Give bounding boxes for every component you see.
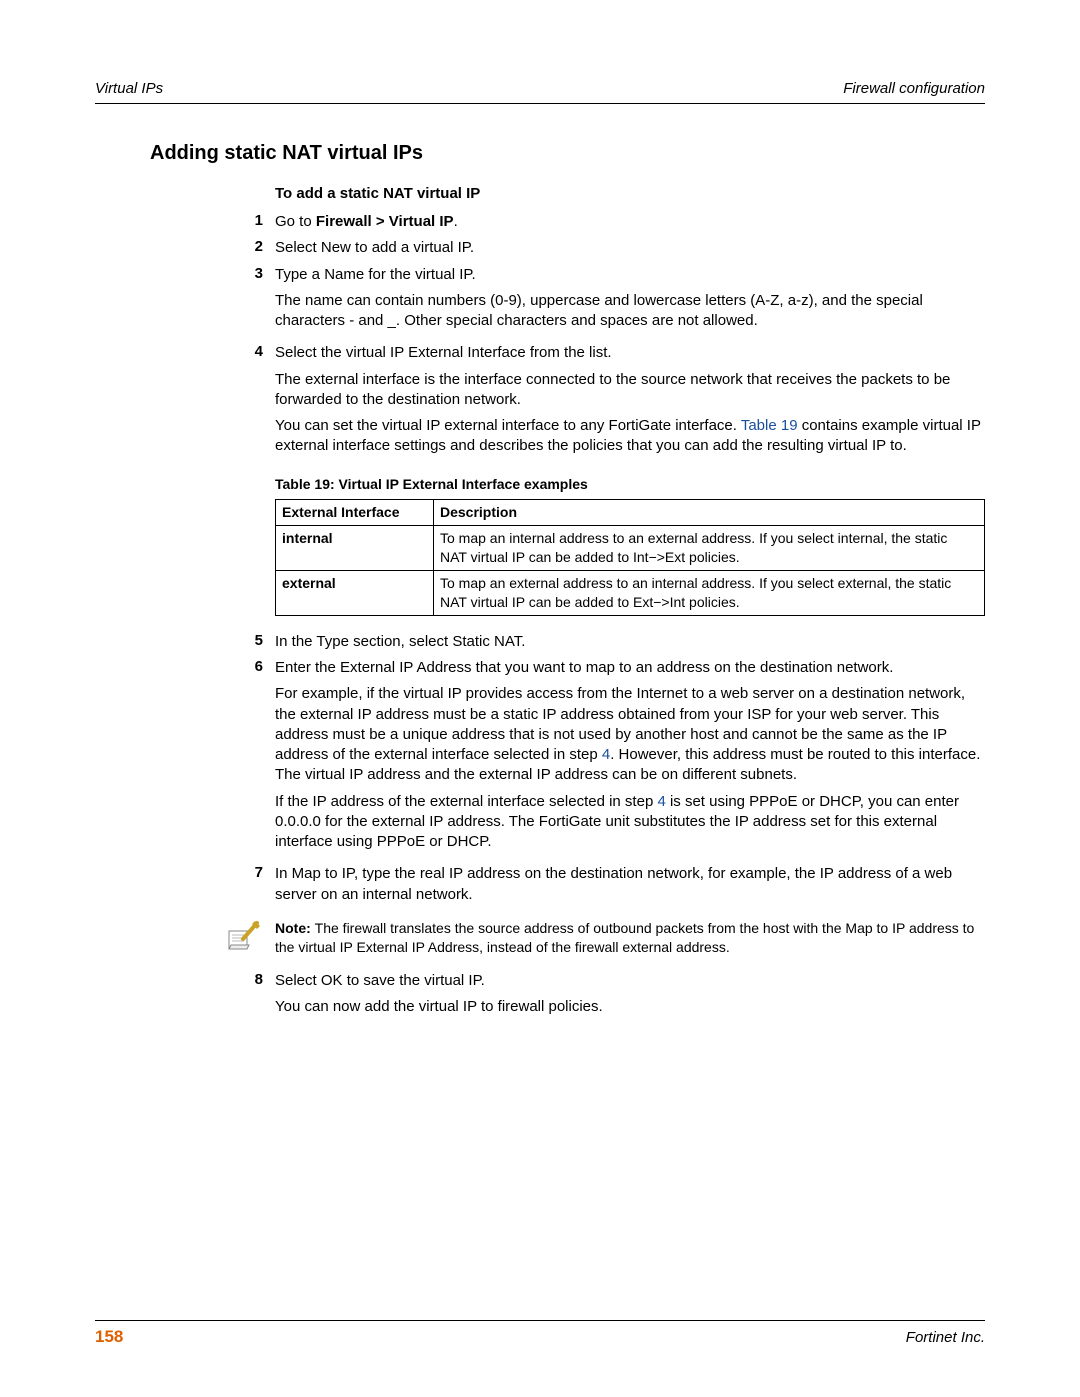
note-body: The firewall translates the source addre… xyxy=(275,920,974,955)
step-body: Select the virtual IP External Interface… xyxy=(275,343,985,626)
step-number: 7 xyxy=(95,864,275,905)
step-body: Enter the External IP Address that you w… xyxy=(275,658,985,858)
step-number: 1 xyxy=(95,212,275,232)
step-text: You can now add the virtual IP to firewa… xyxy=(275,997,985,1017)
cross-reference-link[interactable]: 4 xyxy=(602,746,610,763)
step-text: Select the virtual IP External Interface… xyxy=(275,343,985,363)
document-page: Virtual IPs Firewall configuration Addin… xyxy=(0,0,1080,1397)
step-5: 5 In the Type section, select Static NAT… xyxy=(95,632,985,652)
step-8: 8 Select OK to save the virtual IP. You … xyxy=(95,971,985,1024)
footer-company: Fortinet Inc. xyxy=(906,1329,985,1346)
step-body: Select OK to save the virtual IP. You ca… xyxy=(275,971,985,1024)
header-rule xyxy=(95,103,985,104)
header-left: Virtual IPs xyxy=(95,80,163,97)
step-7: 7 In Map to IP, type the real IP address… xyxy=(95,864,985,905)
step-number: 4 xyxy=(95,343,275,626)
step-body: Type a Name for the virtual IP. The name… xyxy=(275,265,985,338)
cross-reference-link[interactable]: Table 19 xyxy=(741,417,798,434)
table-row: internal To map an internal address to a… xyxy=(276,526,985,571)
steps-list: 1 Go to Firewall > Virtual IP. 2 Select … xyxy=(95,212,985,1023)
note-block: Note: The firewall translates the source… xyxy=(95,919,985,957)
table-cell: external xyxy=(276,571,434,616)
step-number: 6 xyxy=(95,658,275,858)
page-footer: 158 Fortinet Inc. xyxy=(95,1320,985,1347)
step-number: 8 xyxy=(95,971,275,1024)
step-text: . xyxy=(454,213,458,230)
step-text: You can set the virtual IP external inte… xyxy=(275,416,985,457)
step-text: For example, if the virtual IP provides … xyxy=(275,684,985,785)
step-6: 6 Enter the External IP Address that you… xyxy=(95,658,985,858)
note-icon-container xyxy=(95,919,275,957)
page-header: Virtual IPs Firewall configuration xyxy=(95,80,985,97)
table-header: Description xyxy=(434,500,985,526)
footer-rule xyxy=(95,1320,985,1321)
step-number: 2 xyxy=(95,238,275,258)
table-cell: internal xyxy=(276,526,434,571)
step-1: 1 Go to Firewall > Virtual IP. xyxy=(95,212,985,232)
note-label: Note: xyxy=(275,920,315,936)
note-icon xyxy=(223,919,263,953)
step-text: If the IP address of the external interf… xyxy=(275,792,985,853)
step-2: 2 Select New to add a virtual IP. xyxy=(95,238,985,258)
step-body: In the Type section, select Static NAT. xyxy=(275,632,985,652)
section-title: Adding static NAT virtual IPs xyxy=(150,142,985,165)
step-text-fragment: You can set the virtual IP external inte… xyxy=(275,417,741,434)
cross-reference-link[interactable]: 4 xyxy=(657,793,665,810)
step-text: The name can contain numbers (0-9), uppe… xyxy=(275,291,985,332)
step-body: Go to Firewall > Virtual IP. xyxy=(275,212,985,232)
step-text-fragment: If the IP address of the external interf… xyxy=(275,793,657,810)
step-number: 3 xyxy=(95,265,275,338)
step-text: The external interface is the interface … xyxy=(275,370,985,411)
menu-path: Firewall > Virtual IP xyxy=(316,213,454,230)
procedure-subheading: To add a static NAT virtual IP xyxy=(275,185,985,202)
step-text: Select OK to save the virtual IP. xyxy=(275,971,985,991)
header-right: Firewall configuration xyxy=(843,80,985,97)
footer-row: 158 Fortinet Inc. xyxy=(95,1327,985,1347)
note-text: Note: The firewall translates the source… xyxy=(275,919,985,957)
step-body: In Map to IP, type the real IP address o… xyxy=(275,864,985,905)
step-3: 3 Type a Name for the virtual IP. The na… xyxy=(95,265,985,338)
step-4: 4 Select the virtual IP External Interfa… xyxy=(95,343,985,626)
step-text: Type a Name for the virtual IP. xyxy=(275,265,985,285)
table-cell: To map an external address to an interna… xyxy=(434,571,985,616)
step-text: Enter the External IP Address that you w… xyxy=(275,658,985,678)
table-caption: Table 19: Virtual IP External Interface … xyxy=(275,475,985,494)
table-row: external To map an external address to a… xyxy=(276,571,985,616)
table-header-row: External Interface Description xyxy=(276,500,985,526)
page-number: 158 xyxy=(95,1327,123,1347)
step-text: Go to xyxy=(275,213,316,230)
table-cell: To map an internal address to an externa… xyxy=(434,526,985,571)
step-number: 5 xyxy=(95,632,275,652)
external-interface-table: External Interface Description internal … xyxy=(275,499,985,615)
table-header: External Interface xyxy=(276,500,434,526)
step-body: Select New to add a virtual IP. xyxy=(275,238,985,258)
